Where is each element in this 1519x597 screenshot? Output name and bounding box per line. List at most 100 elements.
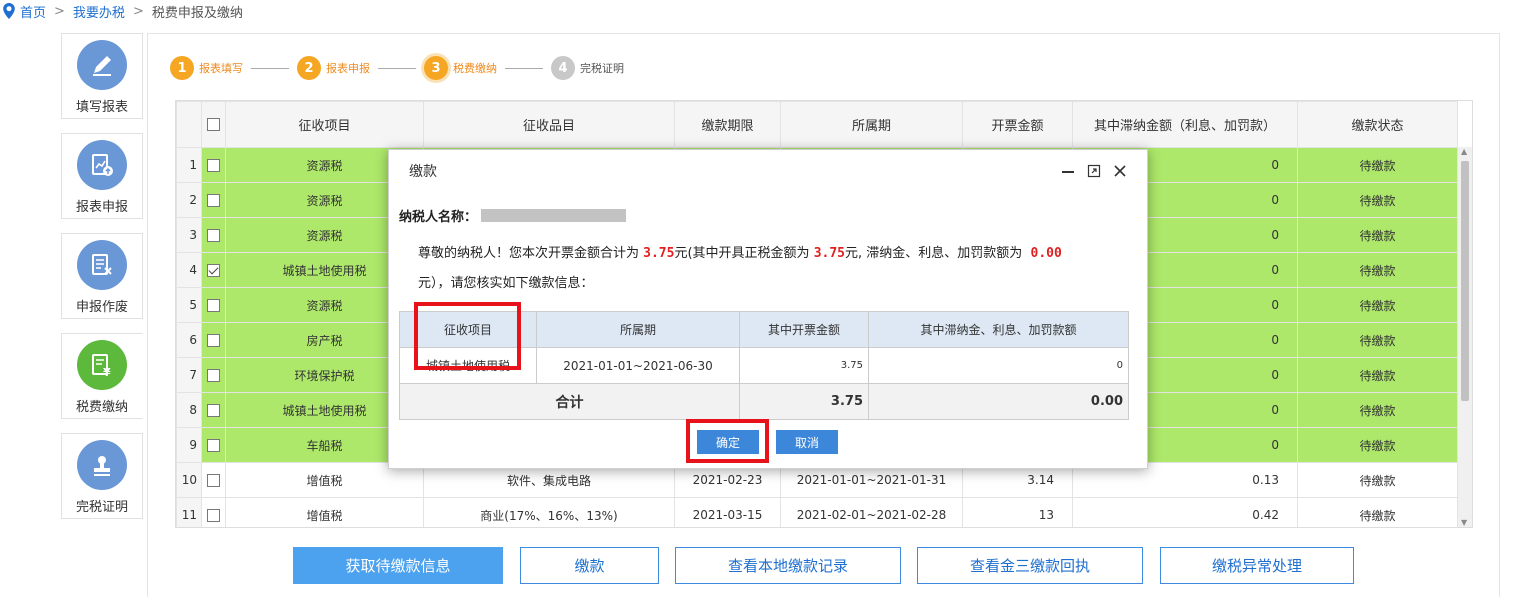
payment-exception-button[interactable]: 缴税异常处理 [1160, 547, 1354, 584]
cell-deadline: 2021-03-15 [674, 497, 781, 527]
row-checkbox[interactable] [207, 264, 220, 277]
maximize-icon[interactable] [1087, 164, 1101, 178]
row-index: 3 [176, 217, 202, 253]
cell-item: 增值税 [225, 497, 424, 527]
total-row: 合计 3.75 0.00 [399, 383, 1129, 420]
total-amount-value: 3.75 [643, 246, 675, 261]
column-header: 其中开票金额 [739, 311, 869, 348]
row-checkbox[interactable] [201, 182, 226, 218]
step-1: 1 报表填写 [170, 56, 243, 80]
table-row[interactable]: 11 增值税 商业(17%、16%、13%) 2021-03-15 2021-02-01… [176, 497, 1458, 527]
scrollbar-thumb[interactable] [1461, 161, 1469, 401]
row-checkbox[interactable] [207, 474, 220, 487]
step-label: 完税证明 [580, 62, 624, 75]
close-icon[interactable] [1113, 164, 1127, 178]
row-checkbox[interactable] [201, 217, 226, 253]
document-cancel-icon [77, 240, 127, 290]
jinsan-receipt-button[interactable]: 查看金三缴款回执 [917, 547, 1143, 584]
cell-status: 待缴款 [1297, 392, 1458, 428]
sidebar-item-report-submit[interactable]: 报表申报 [61, 133, 143, 219]
row-checkbox[interactable] [207, 509, 220, 522]
detail-late: 0 [868, 347, 1129, 384]
total-label: 合计 [399, 383, 740, 420]
scroll-up-icon[interactable]: ▲ [1461, 147, 1467, 156]
column-header: 所属期 [780, 101, 963, 148]
row-checkbox[interactable] [207, 194, 220, 207]
breadcrumb-home-link[interactable]: 首页 [20, 2, 46, 21]
notice-text: 尊敬的纳税人！您本次开票金额合计为 [418, 246, 640, 261]
row-checkbox[interactable] [207, 439, 220, 452]
row-index: 7 [176, 357, 202, 393]
pay-button[interactable]: 缴款 [520, 547, 659, 584]
sidebar-item-label: 申报作废 [75, 300, 128, 315]
scroll-down-icon[interactable]: ▼ [1461, 518, 1467, 527]
sidebar-item-tax-payment[interactable]: ¥ 税费缴纳 [61, 333, 143, 419]
row-checkbox[interactable] [201, 357, 226, 393]
cell-status: 待缴款 [1297, 322, 1458, 358]
cell-status: 待缴款 [1297, 147, 1458, 183]
highlight-box [414, 302, 521, 370]
column-header: 征收品目 [423, 101, 675, 148]
stamp-icon [77, 440, 127, 490]
step-number: 2 [297, 56, 321, 80]
cell-period: 2021-02-01~2021-02-28 [780, 497, 963, 527]
location-pin-icon [3, 3, 15, 19]
row-checkbox[interactable] [201, 252, 226, 288]
progress-steps: 1 报表填写 2 报表申报 3 税费缴纳 4 完税证明 [170, 56, 624, 80]
row-index-header [176, 101, 202, 148]
sidebar-item-label: 税费缴纳 [75, 400, 128, 415]
taxpayer-name: 纳税人名称： [399, 206, 1137, 225]
row-checkbox[interactable] [201, 427, 226, 463]
row-checkbox[interactable] [207, 159, 220, 172]
row-checkbox[interactable] [207, 369, 220, 382]
column-header: 其中滞纳金额（利息、加罚款） [1072, 101, 1298, 148]
action-bar: 获取待缴款信息 缴款 查看本地缴款记录 查看金三缴款回执 缴税异常处理 [0, 547, 1519, 585]
select-all-header[interactable] [201, 101, 226, 148]
row-index: 1 [176, 147, 202, 183]
row-index: 11 [176, 497, 202, 527]
row-checkbox[interactable] [207, 404, 220, 417]
payment-icon: ¥ [77, 340, 127, 390]
pencil-icon [77, 40, 127, 90]
confirm-button[interactable]: 确定 [697, 430, 759, 454]
row-checkbox[interactable] [201, 322, 226, 358]
row-checkbox[interactable] [207, 229, 220, 242]
breadcrumb-mytax-link[interactable]: 我要办税 [73, 2, 125, 21]
notice-text: 元, 滞纳金、利息、加罚款额为 [845, 246, 1023, 261]
row-index: 10 [176, 462, 202, 498]
total-late: 0.00 [868, 383, 1129, 420]
breadcrumb-current: 税费申报及缴纳 [151, 5, 243, 21]
report-upload-icon [77, 140, 127, 190]
sidebar: 填写报表 报表申报 申报作废 ¥ 税费缴纳 完税证明 [61, 33, 143, 533]
row-checkbox[interactable] [201, 147, 226, 183]
breadcrumb: 首页 > 我要办税 > 税费申报及缴纳 [0, 0, 243, 22]
step-connector [251, 67, 289, 69]
tax-amount-value: 3.75 [813, 246, 845, 261]
sidebar-item-label: 完税证明 [75, 500, 128, 515]
table-header-row: 征收项目 征收品目 缴款期限 所属期 开票金额 其中滞纳金额（利息、加罚款） 缴… [176, 101, 1458, 148]
row-checkbox[interactable] [201, 497, 226, 527]
select-all-checkbox[interactable] [207, 118, 220, 131]
total-amount: 3.75 [739, 383, 869, 420]
sidebar-item-tax-certificate[interactable]: 完税证明 [61, 433, 143, 519]
cell-status: 待缴款 [1297, 357, 1458, 393]
row-checkbox[interactable] [207, 334, 220, 347]
local-payment-records-button[interactable]: 查看本地缴款记录 [675, 547, 901, 584]
table-scrollbar[interactable]: ▲ ▼ [1458, 147, 1472, 527]
cell-subitem: 商业(17%、16%、13%) [423, 497, 675, 527]
sidebar-item-fill-report[interactable]: 填写报表 [61, 33, 143, 119]
column-header: 缴款状态 [1297, 101, 1458, 148]
cancel-button[interactable]: 取消 [776, 430, 838, 454]
row-checkbox[interactable] [207, 299, 220, 312]
row-checkbox[interactable] [201, 287, 226, 323]
dialog-header: 缴款 [389, 150, 1147, 192]
row-index: 9 [176, 427, 202, 463]
payment-notice: 尊敬的纳税人！您本次开票金额合计为 3.75元(其中开具正税金额为 3.75元,… [399, 239, 1137, 299]
cell-status: 待缴款 [1297, 182, 1458, 218]
sidebar-item-report-cancel[interactable]: 申报作废 [61, 233, 143, 319]
minimize-icon[interactable] [1061, 164, 1075, 178]
step-connector [505, 67, 543, 69]
row-checkbox[interactable] [201, 392, 226, 428]
row-checkbox[interactable] [201, 462, 226, 498]
fetch-pending-button[interactable]: 获取待缴款信息 [293, 547, 503, 584]
